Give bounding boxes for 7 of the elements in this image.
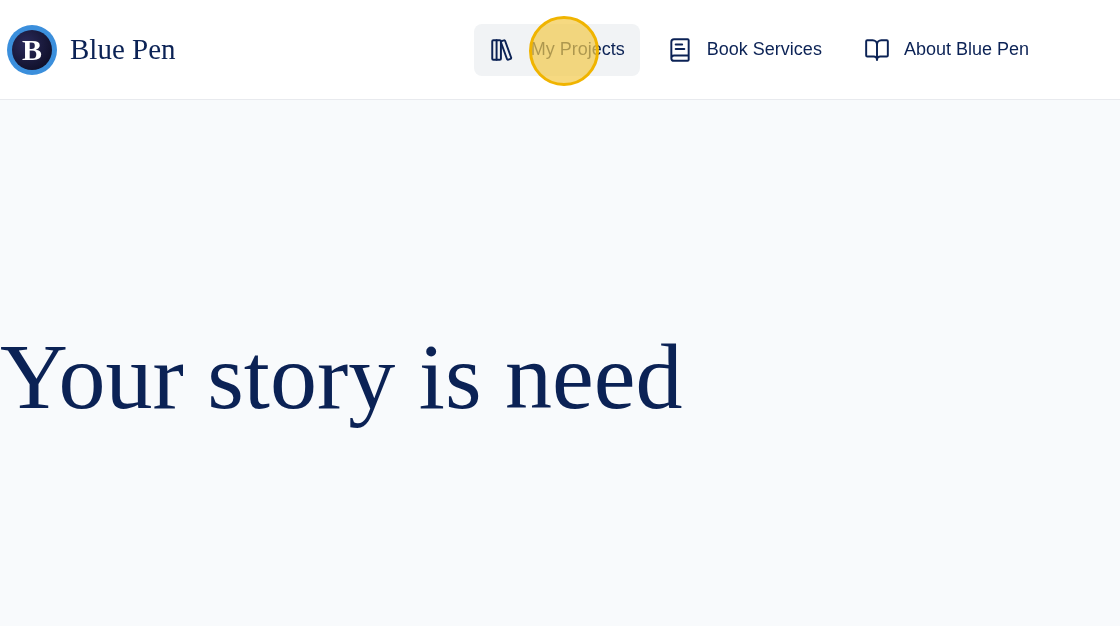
open-book-icon bbox=[863, 36, 890, 63]
nav-link[interactable]: Book Services bbox=[651, 23, 837, 76]
books-icon bbox=[488, 36, 515, 63]
nav-link[interactable]: About Blue Pen bbox=[848, 23, 1044, 76]
brand-name: Blue Pen bbox=[70, 35, 176, 64]
logo-icon: B bbox=[7, 24, 57, 75]
hero-heading: Your story is need bbox=[0, 323, 683, 430]
